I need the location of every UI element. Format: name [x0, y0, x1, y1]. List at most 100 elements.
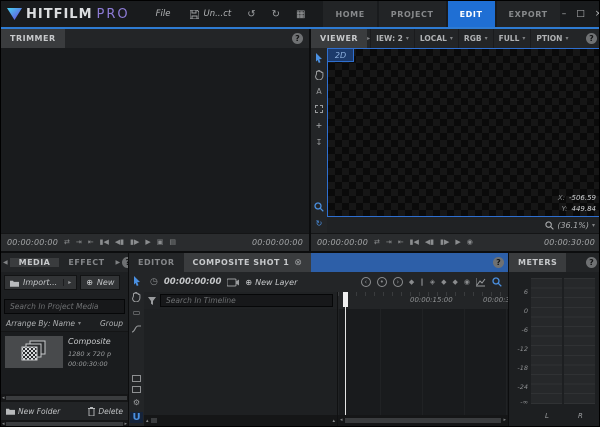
undo-icon[interactable]: ↺ — [247, 9, 255, 20]
tab-scroll-right-icon[interactable]: ▶ — [114, 259, 123, 266]
hand-tool-icon[interactable] — [314, 69, 325, 80]
camera-icon[interactable] — [227, 278, 239, 287]
playhead-handle[interactable] — [343, 292, 348, 307]
keyframe-bezier-icon[interactable]: ◆ — [441, 278, 446, 286]
goto-start-icon[interactable]: ▮◀ — [100, 239, 109, 246]
trimmer-help-icon[interactable]: ? — [292, 33, 303, 44]
step-forward-icon[interactable]: ▮▶ — [440, 239, 449, 246]
scrollbar-thumb[interactable] — [6, 396, 127, 400]
close-button[interactable]: × — [595, 9, 600, 19]
set-out-point-icon[interactable]: ⇥ — [386, 239, 392, 246]
move-tool-icon[interactable]: + — [314, 120, 325, 131]
media-scrollbar[interactable]: ◂ — [1, 394, 128, 402]
composite-shot-tab[interactable]: COMPOSITE SHOT 1 ⊗ — [184, 253, 312, 272]
view-mode-dropdown[interactable]: IEW: 2 ▾ — [370, 29, 414, 48]
timeline-options-icon[interactable]: ⚙ — [131, 397, 142, 408]
timeline-ruler[interactable]: 00:00:15:00 00:00:3 — [338, 292, 508, 309]
tab-home[interactable]: HOME — [323, 1, 376, 27]
anchor-tool-icon[interactable]: ↧ — [314, 137, 325, 148]
loop-icon[interactable]: ⇄ — [64, 239, 70, 246]
tab-project[interactable]: PROJECT — [379, 1, 446, 27]
next-keyframe-icon[interactable]: › — [393, 277, 403, 287]
loop-icon[interactable]: ⇄ — [374, 239, 380, 246]
keyframe-smooth-icon[interactable]: ◈ — [430, 278, 435, 286]
set-in-point-icon[interactable]: ⇤ — [88, 239, 94, 246]
media-tab[interactable]: MEDIA — [10, 258, 60, 267]
hand-tool-icon[interactable] — [131, 291, 142, 302]
effects-tab[interactable]: EFFECT — [59, 258, 113, 267]
tab-export[interactable]: EXPORT — [497, 1, 560, 27]
text-tool-icon[interactable]: A — [314, 86, 325, 97]
media-help-icon[interactable]: ? — [122, 257, 128, 268]
group-button[interactable]: Group — [100, 319, 123, 328]
rate-stretch-tool-icon[interactable] — [131, 323, 142, 334]
scroll-right-icon[interactable]: ▸ — [503, 418, 506, 423]
playhead[interactable] — [345, 292, 346, 415]
track-height-small-icon[interactable] — [132, 375, 141, 382]
step-back-icon[interactable]: ◀▮ — [425, 239, 434, 246]
track-header-area[interactable] — [144, 309, 338, 415]
select-tool-icon[interactable] — [314, 52, 325, 63]
goto-start-icon[interactable]: ▮◀ — [410, 239, 419, 246]
track-lane-area[interactable] — [338, 309, 508, 415]
select-tool-icon[interactable] — [131, 275, 142, 286]
new-folder-button[interactable]: New Folder — [6, 407, 60, 416]
scroll-left-icon[interactable]: ◂ — [2, 396, 5, 401]
zoom-tool-icon[interactable] — [314, 201, 325, 212]
media-item-info[interactable]: Composite 1280 x 720 p 00:00:30:00 — [68, 336, 111, 390]
import-button[interactable]: Import... ▸ — [4, 275, 77, 290]
new-layer-button[interactable]: ⊕ New Layer — [245, 278, 297, 287]
keyframe-hold-icon[interactable]: ‖ — [420, 278, 424, 286]
scrollbar-thumb[interactable] — [345, 418, 502, 423]
viewer-current-time[interactable]: 00:00:00:00 — [317, 238, 368, 247]
media-item-thumbnail[interactable] — [5, 336, 63, 368]
options-dropdown[interactable]: PTION ▾ — [530, 29, 573, 48]
editor-help-icon[interactable]: ? — [493, 257, 504, 268]
quality-dropdown[interactable]: FULL ▾ — [493, 29, 531, 48]
scroll-left-icon[interactable]: ◂ — [340, 418, 343, 423]
media-search-input[interactable] — [4, 299, 125, 314]
space-dropdown[interactable]: LOCAL ▾ — [414, 29, 458, 48]
zoom-handle-right-icon[interactable]: ▴ — [332, 418, 335, 424]
step-forward-icon[interactable]: ▮▶ — [130, 239, 139, 246]
viewer-zoom-control[interactable]: (36.1%) ▾ — [327, 217, 600, 233]
scroll-right-icon[interactable]: ▸ — [124, 422, 127, 427]
new-button[interactable]: ⊕ New — [80, 275, 120, 290]
slip-tool-icon[interactable]: ▭ — [131, 307, 142, 318]
tab-edit[interactable]: EDIT — [448, 1, 495, 27]
trimmer-current-time[interactable]: 00:00:00:00 — [7, 238, 58, 247]
value-graph-icon[interactable] — [476, 278, 486, 287]
viewer-canvas[interactable]: 2D X:-506.59 Y:449.84 — [327, 48, 600, 217]
scroll-left-icon[interactable]: ◂ — [2, 422, 5, 427]
filter-funnel-icon[interactable] — [148, 297, 156, 305]
snapshot-icon[interactable]: ◉ — [467, 239, 473, 246]
editor-tab[interactable]: EDITOR — [129, 253, 184, 272]
viewer-tab[interactable]: VIEWER — [311, 29, 367, 48]
timeline-zoom-scrollbar[interactable]: ▴ ▴ — [144, 415, 338, 426]
zoom-handle-left-icon[interactable]: ▴ — [146, 418, 149, 424]
trimmer-tab[interactable]: TRIMMER — [1, 29, 65, 48]
maximize-button[interactable]: □ — [576, 9, 585, 19]
close-tab-icon[interactable]: ⊗ — [294, 258, 302, 268]
tab-scroll-left-icon[interactable]: ◀ — [1, 259, 10, 266]
save-project-button[interactable]: Un...ct — [190, 9, 231, 19]
snap-magnet-icon[interactable]: U — [130, 412, 142, 423]
canvas-mode-tab[interactable]: 2D — [328, 49, 354, 62]
meters-tab[interactable]: METERS — [509, 253, 566, 272]
channel-dropdown[interactable]: RGB ▾ — [458, 29, 493, 48]
add-keyframe-icon[interactable]: • — [377, 277, 387, 287]
mask-tool-icon[interactable] — [314, 103, 325, 114]
redo-icon[interactable]: ↻ — [272, 9, 280, 20]
play-icon[interactable]: ▶ — [455, 239, 460, 246]
keyframe-manual-icon[interactable]: ◆ — [453, 278, 458, 286]
editor-timecode[interactable]: 00:00:00:00 — [164, 277, 222, 287]
export-frame-icon[interactable]: ▣ — [157, 239, 164, 246]
zoom-scrollbar-thumb[interactable] — [151, 418, 157, 423]
scrollbar-thumb[interactable] — [6, 422, 124, 426]
zoom-to-fit-icon[interactable] — [492, 277, 502, 287]
timeline-search-input[interactable] — [160, 294, 333, 307]
orbit-tool-icon[interactable]: ↻ — [314, 218, 325, 229]
file-menu[interactable]: File — [156, 9, 171, 19]
prev-keyframe-icon[interactable]: ‹ — [361, 277, 371, 287]
minimize-button[interactable]: – — [562, 9, 567, 19]
